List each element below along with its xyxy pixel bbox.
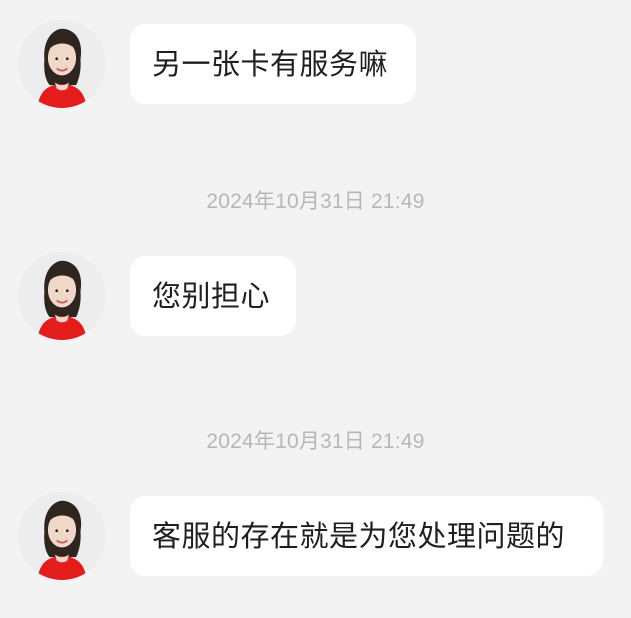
message-bubble[interactable]: 另一张卡有服务嘛	[130, 24, 416, 104]
message-text: 您别担心	[152, 278, 271, 313]
message-text: 客服的存在就是为您处理问题的	[152, 518, 566, 553]
incoming-message: 客服的存在就是为您处理问题的	[0, 492, 631, 582]
avatar[interactable]	[18, 20, 106, 108]
incoming-message: 另一张卡有服务嘛	[0, 10, 631, 108]
incoming-message: 您别担心	[0, 252, 631, 342]
message-bubble[interactable]: 您别担心	[130, 256, 296, 336]
avatar-photo-icon	[18, 492, 106, 580]
avatar[interactable]	[18, 252, 106, 340]
message-timestamp: 2024年10月31日 21:49	[206, 430, 425, 453]
chat-thread: 另一张卡有服务嘛 2024年10月31日 21:49 您别担心 2024年10月…	[0, 0, 631, 618]
avatar-photo-icon	[18, 20, 106, 108]
avatar[interactable]	[18, 492, 106, 580]
avatar-photo-icon	[18, 252, 106, 340]
message-bubble[interactable]: 客服的存在就是为您处理问题的	[130, 496, 603, 576]
message-timestamp: 2024年10月31日 21:49	[206, 190, 425, 213]
message-text: 另一张卡有服务嘛	[152, 46, 389, 81]
